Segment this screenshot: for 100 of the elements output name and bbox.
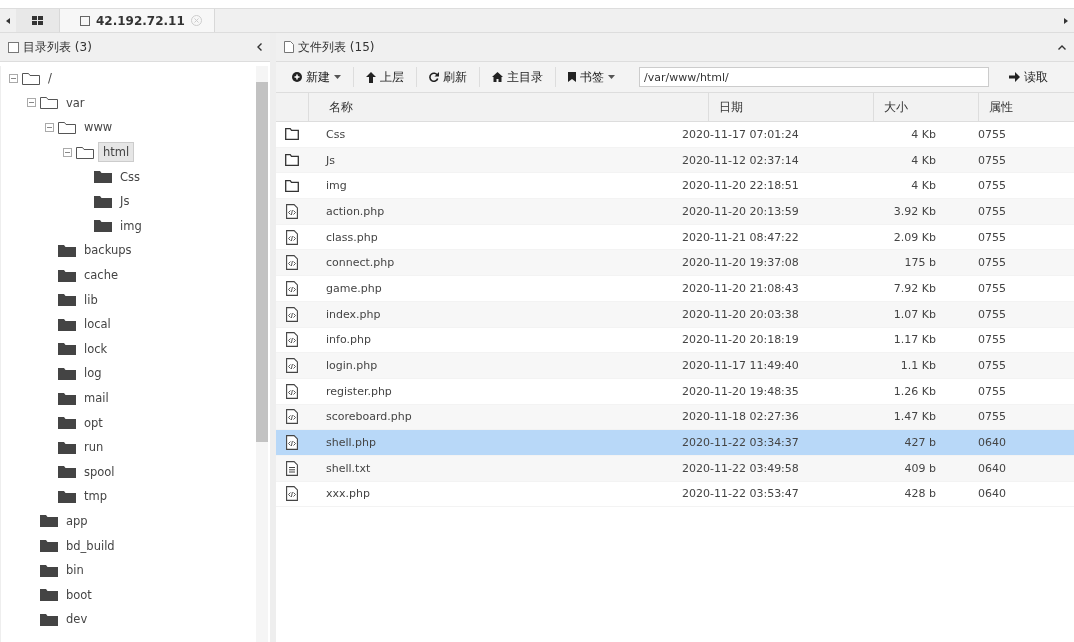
file-name: xxx.php [325,487,371,501]
tree-item[interactable]: bd_build [62,536,119,555]
code-file-icon [286,435,298,451]
file-mode: 0755 [977,179,1007,193]
up-arrow-icon [366,71,376,83]
tree-item[interactable]: mail [80,389,113,407]
collapse-icon[interactable] [45,123,54,132]
file-name: register.php [325,384,393,398]
scroll-left-icon[interactable] [6,17,10,24]
file-name: game.php [325,281,383,295]
tree-item[interactable]: lib [80,290,102,309]
folder-icon [285,154,299,167]
file-mode: 0755 [977,153,1007,167]
path-field[interactable]: /var/www/html/ [639,67,989,87]
file-date: 2020-11-17 11:49:40 [681,359,800,373]
folder-icon [285,128,299,141]
folder-icon [58,440,76,454]
code-file-icon [286,332,298,348]
folder-icon [58,268,76,282]
tree-item[interactable]: app [62,512,92,530]
collapse-panel-icon[interactable] [257,43,262,51]
grid-icon [32,16,43,25]
tree-item[interactable]: backups [80,241,136,260]
toolbar-button[interactable]: 新建 [282,65,351,89]
file-row[interactable]: action.php 2020-11-20 20:13:59 3.92 Kb 0755 [276,199,1074,225]
folder-icon [58,293,76,307]
column-header[interactable]: 大小 [873,93,978,121]
file-mode: 0640 [977,461,1007,475]
scroll-right-icon[interactable] [1064,17,1068,24]
tree-item[interactable]: Js [116,192,134,211]
file-row[interactable]: xxx.php 2020-11-22 03:53:47 428 b 0640 [276,481,1074,508]
tree-item[interactable]: local [80,315,115,334]
file-date: 2020-11-21 08:47:22 [681,230,800,244]
file-mode: 0755 [977,384,1007,398]
file-date: 2020-11-22 03:34:37 [681,436,800,450]
tree-item[interactable]: Css [116,167,144,186]
toolbar-button[interactable]: 刷新 [419,65,477,89]
file-name: class.php [325,230,379,244]
file-date: 2020-11-17 07:01:24 [681,127,800,141]
tree-item[interactable]: spool [80,462,119,481]
panel-title: 目录列表 (3) [23,38,93,56]
toolbar-button[interactable]: 书签 [558,65,625,89]
tree-item[interactable]: run [80,438,108,457]
tree-item[interactable]: img [116,216,146,235]
file-name: img [325,179,348,193]
collapse-icon[interactable] [63,147,72,157]
file-row[interactable]: login.php 2020-11-17 11:49:40 1.1 Kb 0755 [276,353,1074,379]
tab[interactable]: 42.192.72.11 [60,9,215,32]
code-file-icon [286,229,298,245]
file-size: 4 Kb [910,153,937,167]
file-size: 1.47 Kb [892,410,937,424]
file-size: 4 Kb [910,179,937,193]
file-row[interactable]: Js 2020-11-12 02:37:14 4 Kb 0755 [276,147,1074,174]
tree-item[interactable]: boot [62,585,96,604]
file-row[interactable]: register.php 2020-11-20 19:48:35 1.26 Kb 0755 [276,378,1074,405]
tree-item[interactable]: / [44,69,56,88]
collapse-panel-icon[interactable] [1058,44,1066,50]
scrollbar[interactable] [256,66,268,642]
file-date: 2020-11-18 02:27:36 [681,410,800,424]
toolbar-button[interactable]: 上层 [356,65,414,89]
file-date: 2020-11-20 22:18:51 [681,179,800,193]
tree-item[interactable]: cache [80,266,123,285]
toolbar-button[interactable]: 主目录 [482,65,553,89]
plus-circle-icon [292,72,302,82]
folder-icon [94,170,112,184]
tab[interactable] [16,9,60,32]
file-size: 427 b [903,436,937,450]
tree-item[interactable]: bin [62,561,88,580]
column-header[interactable]: 日期 [708,93,873,121]
file-date: 2020-11-22 03:53:47 [681,487,800,501]
file-row[interactable]: connect.php 2020-11-20 19:37:08 175 b 0755 [276,250,1074,277]
file-row[interactable]: game.php 2020-11-20 21:08:43 7.92 Kb 0755 [276,276,1074,302]
tree-item[interactable]: dev [62,610,92,629]
file-mode: 0755 [977,307,1007,321]
file-row[interactable]: shell.php 2020-11-22 03:34:37 427 b 0640 [276,430,1074,456]
tree-item[interactable]: html [98,142,135,163]
tree-item[interactable]: tmp [80,487,111,506]
file-row[interactable]: shell.txt 2020-11-22 03:49:58 409 b 0640 [276,455,1074,482]
collapse-icon[interactable] [9,73,18,83]
tree-item[interactable]: www [80,118,117,137]
tree-item[interactable]: lock [80,339,112,358]
column-header[interactable]: 名称 [308,93,708,121]
folder-icon [40,539,58,553]
tree-item[interactable]: opt [80,413,107,432]
file-date: 2020-11-22 03:49:58 [681,461,800,475]
read-button[interactable]: 读取 [999,65,1058,89]
file-mode: 0755 [977,230,1007,244]
window-icon [80,15,90,26]
file-row[interactable]: Css 2020-11-17 07:01:24 4 Kb 0755 [276,122,1074,148]
code-file-icon [286,383,298,399]
tree-item[interactable]: var [62,93,89,112]
file-row[interactable]: index.php 2020-11-20 20:03:38 1.07 Kb 0755 [276,301,1074,328]
file-row[interactable]: scoreboard.php 2020-11-18 02:27:36 1.47 Kb 0755 [276,404,1074,431]
collapse-icon[interactable] [27,98,36,108]
file-size: 4 Kb [910,127,937,141]
folder-icon [58,416,76,430]
column-header[interactable]: 属性 [978,93,1074,121]
tree-item[interactable]: log [80,364,106,383]
file-mode: 0755 [977,359,1007,373]
file-size: 1.07 Kb [892,307,937,321]
